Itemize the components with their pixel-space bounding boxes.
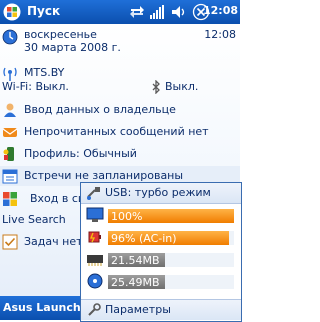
time-text: 12:08	[204, 28, 236, 41]
owner-icon	[4, 103, 16, 117]
memory-value: 21.54MB	[111, 254, 160, 267]
bluetooth-status[interactable]: Выкл.	[165, 80, 198, 93]
usb-mode-label: USB: турбо режим	[105, 186, 211, 199]
usb-icon	[87, 187, 100, 200]
live-search-label: Live Search	[2, 213, 66, 226]
messages-icon	[2, 128, 18, 137]
owner-info-item[interactable]: Ввод данных о владельце	[0, 100, 240, 120]
usb-sync-icon[interactable]	[128, 3, 146, 21]
connectivity-item[interactable]: MTS.BY Wi-Fi: Выкл. Выкл.	[0, 66, 240, 96]
messages-item[interactable]: Непрочитанных сообщений нет	[0, 122, 240, 142]
usb-mode-row[interactable]: USB: турбо режим	[81, 183, 241, 204]
memory-icon	[87, 255, 103, 266]
start-menu-label[interactable]: Пуск	[27, 4, 60, 18]
date-item[interactable]: воскресенье 30 марта 2008 г. 12:08	[0, 26, 240, 58]
storage-row[interactable]: 25.49MB	[81, 271, 241, 291]
battery-icon	[88, 231, 101, 243]
tasks-label: Задач нет	[24, 235, 83, 248]
messages-label: Непрочитанных сообщений нет	[24, 125, 209, 138]
volume-icon[interactable]	[170, 3, 188, 21]
status-popup: USB: турбо режим 100% 96% (AC-in) 21.54M…	[80, 182, 242, 322]
profile-icon	[3, 147, 14, 161]
signal-icon[interactable]	[148, 3, 166, 21]
battery-value: 96% (AC-in)	[111, 232, 177, 245]
calendar-label: Встречи не запланированы	[24, 169, 184, 182]
storage-icon	[87, 273, 103, 289]
battery-row[interactable]: 96% (AC-in)	[81, 227, 241, 247]
brightness-value: 100%	[111, 210, 143, 223]
weekday-text: воскресенье	[24, 28, 97, 41]
storage-bar: 25.49MB	[107, 274, 235, 290]
taskbar-clock[interactable]: 12:08	[203, 4, 238, 17]
memory-row[interactable]: 21.54MB	[81, 249, 241, 269]
windows-live-label: Вход в си	[30, 192, 86, 205]
left-softkey[interactable]: Asus Launche	[3, 301, 88, 314]
operator-name: MTS.BY	[24, 66, 65, 79]
profile-item[interactable]: Профиль: Обычный	[0, 144, 240, 164]
memory-bar: 21.54MB	[107, 252, 235, 268]
bluetooth-icon	[152, 80, 160, 94]
windows-live-icon	[3, 192, 17, 206]
clock-icon	[2, 29, 18, 45]
calendar-icon	[2, 169, 18, 184]
settings-label: Параметры	[105, 303, 171, 316]
wifi-status[interactable]: Wi-Fi: Выкл.	[2, 80, 69, 93]
brightness-row[interactable]: 100%	[81, 205, 241, 225]
storage-value: 25.49MB	[111, 276, 160, 289]
brightness-icon	[86, 207, 104, 222]
top-taskbar: Пуск 12:08	[0, 0, 240, 24]
brightness-bar: 100%	[107, 208, 235, 224]
battery-bar: 96% (AC-in)	[107, 230, 235, 246]
settings-icon	[88, 303, 101, 316]
windows-flag-icon[interactable]	[3, 3, 21, 21]
tasks-icon	[2, 234, 18, 250]
owner-label: Ввод данных о владельце	[24, 103, 176, 116]
date-text: 30 марта 2008 г.	[24, 41, 121, 54]
profile-label: Профиль: Обычный	[24, 147, 137, 160]
settings-row[interactable]: Параметры	[81, 299, 241, 320]
